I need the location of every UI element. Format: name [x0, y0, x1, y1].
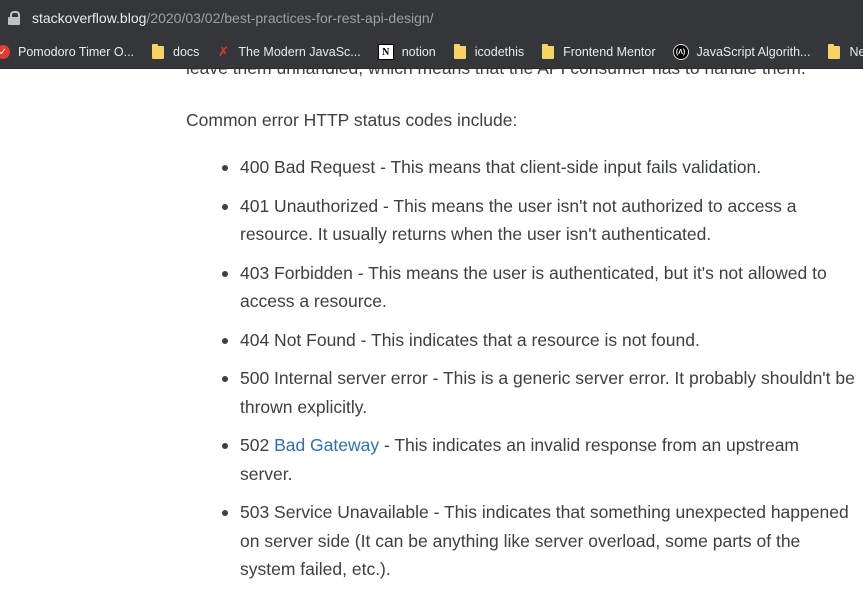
- list-item-503: 503 Service Unavailable - This indicates…: [186, 498, 856, 584]
- url-path: /2020/03/02/best-practices-for-rest-api-…: [146, 10, 434, 26]
- folder-icon: [542, 43, 555, 59]
- list-item-500: 500 Internal server error - This is a ge…: [186, 364, 856, 421]
- check-icon: ✓: [0, 45, 10, 59]
- folder-icon: [453, 43, 466, 59]
- partial-paragraph: leave them unhandled, which means that t…: [186, 69, 806, 78]
- bookmarks-bar: ✓ Pomodoro Timer O... docs ✗ The Modern …: [0, 36, 863, 69]
- list-item-400: 400 Bad Request - This means that client…: [186, 153, 856, 182]
- bookmark-label: NeogC: [849, 45, 863, 59]
- folder-icon: [152, 43, 165, 59]
- list-item-502: 502 Bad Gateway - This indicates an inva…: [186, 431, 856, 488]
- bookmark-label: Pomodoro Timer O...: [18, 45, 135, 59]
- list-item-prefix: 502: [240, 435, 275, 455]
- bookmark-label: Frontend Mentor: [563, 45, 656, 59]
- bookmark-label: JavaScript Algorith...: [696, 45, 811, 59]
- lock-icon[interactable]: [8, 11, 20, 25]
- algorithms-icon: (Λ): [672, 44, 689, 60]
- list-item-403: 403 Forbidden - This means the user is a…: [186, 259, 856, 316]
- bookmark-label: notion: [401, 45, 436, 59]
- bad-gateway-link[interactable]: Bad Gateway: [274, 435, 379, 455]
- status-code-list: 400 Bad Request - This means that client…: [186, 153, 856, 594]
- url-domain: stackoverflow.blog: [32, 10, 147, 26]
- bookmark-label: docs: [173, 45, 200, 59]
- modern-javascript-icon: ✗: [217, 44, 229, 59]
- bookmark-javascript-algorithms[interactable]: (Λ) JavaScript Algorith...: [672, 44, 811, 60]
- list-item-401: 401 Unauthorized - This means the user i…: [186, 192, 856, 249]
- intro-paragraph: Common error HTTP status codes include:: [186, 110, 518, 130]
- bookmark-notion[interactable]: N notion: [377, 44, 436, 60]
- folder-icon: [828, 43, 841, 59]
- bookmark-pomodoro[interactable]: ✓ Pomodoro Timer O...: [0, 45, 134, 59]
- bookmark-label: The Modern JavaSc...: [238, 45, 361, 59]
- bookmark-neogc[interactable]: NeogC: [827, 43, 863, 59]
- bookmark-modern-javascript[interactable]: ✗ The Modern JavaSc...: [216, 44, 361, 59]
- list-item-404: 404 Not Found - This indicates that a re…: [186, 326, 856, 355]
- article-content: leave them unhandled, which means that t…: [0, 69, 863, 603]
- bookmark-frontend-mentor[interactable]: Frontend Mentor: [541, 43, 656, 59]
- bookmark-label: icodethis: [474, 45, 525, 59]
- bookmark-icodethis[interactable]: icodethis: [453, 43, 525, 59]
- address-bar[interactable]: stackoverflow.blog/2020/03/02/best-pract…: [0, 0, 863, 36]
- bookmark-docs[interactable]: docs: [151, 43, 200, 59]
- notion-icon: N: [377, 44, 394, 60]
